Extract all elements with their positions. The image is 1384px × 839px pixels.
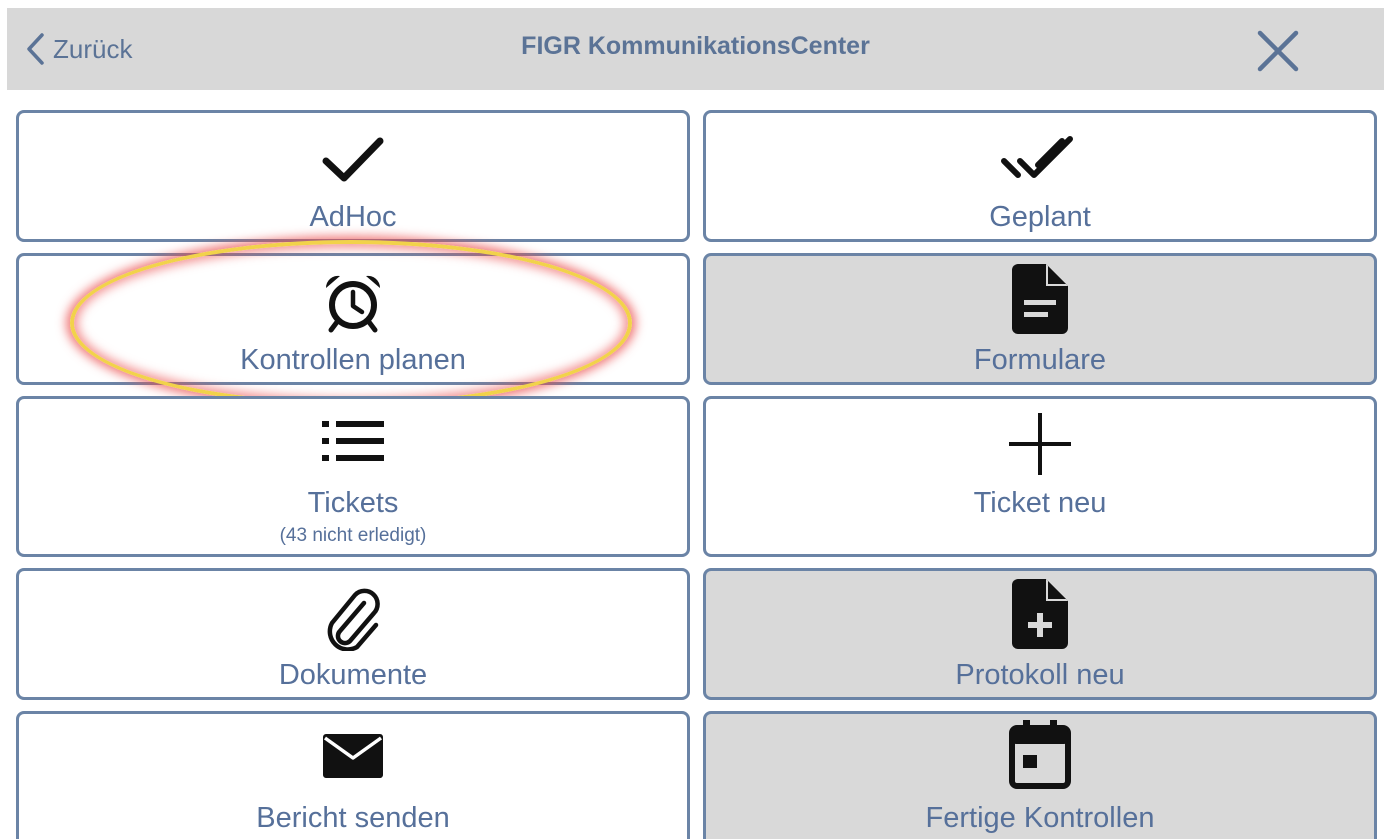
calendar-icon: [1009, 720, 1071, 790]
tile-formulare[interactable]: Formulare: [703, 253, 1377, 385]
tile-adhoc[interactable]: AdHoc: [16, 110, 690, 242]
paperclip-icon: [324, 585, 382, 651]
envelope-icon: [323, 734, 383, 778]
document-plus-icon: [1012, 579, 1068, 649]
tile-geplant[interactable]: Geplant: [703, 110, 1377, 242]
tile-bericht-senden[interactable]: Bericht senden: [16, 711, 690, 839]
page-title: FIGR KommunikationsCenter: [521, 32, 870, 60]
document-icon: [1012, 264, 1068, 334]
tile-sublabel: (43 nicht erledigt): [279, 525, 427, 546]
tile-fertige-kontrollen[interactable]: Fertige Kontrollen: [703, 711, 1377, 839]
tile-label: Formulare: [973, 344, 1107, 376]
double-checkmark-icon: [1000, 135, 1080, 183]
tile-kontrollen-planen[interactable]: Kontrollen planen: [16, 253, 690, 385]
alarm-clock-icon: [322, 272, 384, 334]
checkmark-icon: [322, 135, 384, 185]
tile-label: Kontrollen planen: [240, 344, 466, 376]
tile-label: Tickets: [307, 487, 399, 519]
tile-ticket-neu[interactable]: Ticket neu: [703, 396, 1377, 557]
tile-label: Fertige Kontrollen: [925, 802, 1155, 834]
list-icon: [322, 421, 384, 461]
navigation-bar: Zurück FIGR KommunikationsCenter: [7, 8, 1384, 90]
tile-label: Protokoll neu: [955, 659, 1125, 691]
tile-label: Bericht senden: [256, 802, 450, 834]
plus-icon: [1007, 411, 1073, 477]
tile-label: Dokumente: [278, 659, 428, 691]
tile-label: Ticket neu: [973, 487, 1107, 519]
tile-protokoll-neu[interactable]: Protokoll neu: [703, 568, 1377, 700]
tile-dokumente[interactable]: Dokumente: [16, 568, 690, 700]
tile-label: AdHoc: [309, 201, 397, 233]
close-button[interactable]: [1255, 28, 1301, 74]
close-icon: [1257, 30, 1299, 72]
tile-tickets[interactable]: Tickets (43 nicht erledigt): [16, 396, 690, 557]
tile-label: Geplant: [989, 201, 1091, 233]
